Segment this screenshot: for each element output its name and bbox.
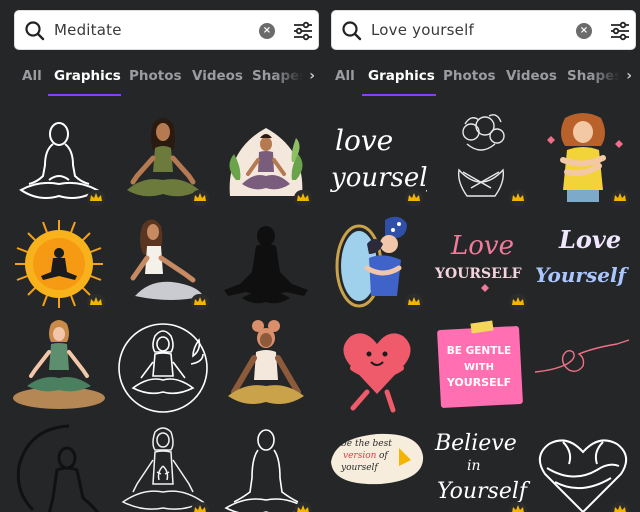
tab-all[interactable]: All (335, 68, 355, 84)
result-tile[interactable] (9, 110, 109, 210)
lettering-line-1: love (335, 124, 393, 157)
result-tile[interactable]: be the best version of yourself (327, 422, 427, 512)
result-tile[interactable] (533, 110, 633, 210)
tab-photos[interactable]: Photos (129, 68, 182, 84)
tab-photos[interactable]: Photos (443, 68, 496, 84)
line-art-meditation-circle (118, 323, 208, 413)
result-tile[interactable]: Love YOURSELF (431, 214, 531, 314)
result-tile[interactable] (533, 318, 633, 418)
crown-icon (191, 502, 209, 512)
floral-line-meditation (121, 427, 205, 510)
result-tile[interactable] (9, 214, 109, 314)
hugging-heart-character (343, 333, 411, 413)
heart-hands-hug (538, 439, 628, 512)
black-silhouette-meditation (224, 226, 308, 304)
search-panel-love-yourself: Love yourself × All Graphics Photos Vide… (323, 0, 639, 512)
result-tile[interactable]: BE GENTLE WITH YOURSELF (431, 318, 531, 418)
crown-icon (87, 190, 105, 206)
result-tile[interactable] (216, 110, 316, 210)
note-line-1: BE GENTLE (447, 345, 511, 357)
result-tile[interactable] (216, 318, 316, 418)
circle-outline-silhouette (16, 424, 100, 512)
crown-icon (87, 294, 105, 310)
crown-icon (509, 502, 527, 512)
crown-icon (405, 294, 423, 310)
chevron-right-icon[interactable]: › (309, 68, 315, 84)
crown-icon (509, 190, 527, 206)
crown-icon (294, 502, 312, 512)
tab-all[interactable]: All (22, 68, 42, 84)
tab-graphics[interactable]: Graphics (54, 68, 121, 84)
result-tile[interactable] (216, 214, 316, 314)
result-tile[interactable] (9, 318, 109, 418)
active-tab-underline (48, 94, 121, 96)
lettering-line-2: Yourself (535, 263, 630, 287)
clear-icon[interactable]: × (576, 23, 592, 39)
filter-icon[interactable] (292, 20, 314, 42)
result-tile[interactable]: Love Yourself (533, 214, 633, 314)
active-tab-underline (362, 94, 436, 96)
clear-icon[interactable]: × (259, 23, 275, 39)
lettering-line-3: Yourself (437, 479, 531, 504)
lettering-line-1: Love (558, 225, 621, 254)
tab-videos[interactable]: Videos (506, 68, 557, 84)
search-panel-meditate: Meditate × All Graphics Photos Videos Sh… (6, 0, 322, 512)
badge-line-2: version (343, 451, 377, 461)
search-icon (25, 21, 45, 41)
crown-icon (509, 294, 527, 310)
search-bar[interactable]: Love yourself × (331, 10, 636, 50)
note-line-2: WITH (464, 362, 494, 373)
chevron-right-icon[interactable]: › (626, 68, 632, 84)
result-tile[interactable] (9, 422, 109, 512)
search-icon (342, 21, 362, 41)
search-input[interactable]: Meditate (54, 21, 122, 39)
crown-icon (611, 502, 629, 512)
badge-line-4: yourself (340, 463, 379, 473)
result-tile[interactable]: love yourself (327, 110, 442, 210)
crown-icon (191, 190, 209, 206)
white-outline-meditation (224, 429, 308, 512)
tab-bar: All Graphics Photos Videos Shapes › (6, 58, 322, 98)
result-tile[interactable]: Believe in Yourself (431, 422, 531, 512)
panels: Meditate × All Graphics Photos Videos Sh… (0, 0, 640, 512)
crown-icon (611, 190, 629, 206)
believe-in-yourself-lettering: Believe in Yourself (434, 431, 531, 504)
tab-graphics[interactable]: Graphics (368, 68, 435, 84)
tab-videos[interactable]: Videos (192, 68, 243, 84)
crown-icon (294, 190, 312, 206)
best-version-badge: be the best version of yourself (331, 433, 424, 485)
crown-icon (405, 190, 423, 206)
note-line-3: YOURSELF (446, 376, 511, 389)
woman-on-yoga-mat (13, 320, 105, 409)
filter-icon[interactable] (609, 20, 631, 42)
woman-with-hair-buns-meditating (228, 320, 304, 404)
result-tile[interactable] (327, 318, 427, 418)
lettering-line-1: Believe (434, 431, 517, 456)
heart-doodle-line (534, 339, 630, 373)
result-tile[interactable] (113, 422, 213, 512)
result-tile[interactable] (327, 214, 427, 314)
lettering-line-2: yourself (330, 163, 427, 193)
crown-icon (191, 294, 209, 310)
result-tile[interactable] (533, 422, 633, 512)
result-tile[interactable] (113, 318, 213, 418)
lettering-line-2: YOURSELF (434, 266, 522, 282)
result-tile[interactable] (216, 422, 316, 512)
lettering-line-2: in (467, 458, 481, 474)
result-tile[interactable] (113, 214, 213, 314)
badge-line-1: be the best (341, 439, 392, 449)
result-tile[interactable] (113, 110, 213, 210)
search-input[interactable]: Love yourself (371, 21, 474, 39)
love-yourself-pastel-script: Love Yourself (535, 225, 630, 287)
search-bar[interactable]: Meditate × (14, 10, 319, 50)
be-gentle-note: BE GENTLE WITH YOURSELF (437, 320, 523, 408)
result-tile[interactable] (431, 110, 531, 210)
tab-bar: All Graphics Photos Videos Shapes › (323, 58, 639, 98)
lettering-line-1: Love (450, 231, 514, 261)
